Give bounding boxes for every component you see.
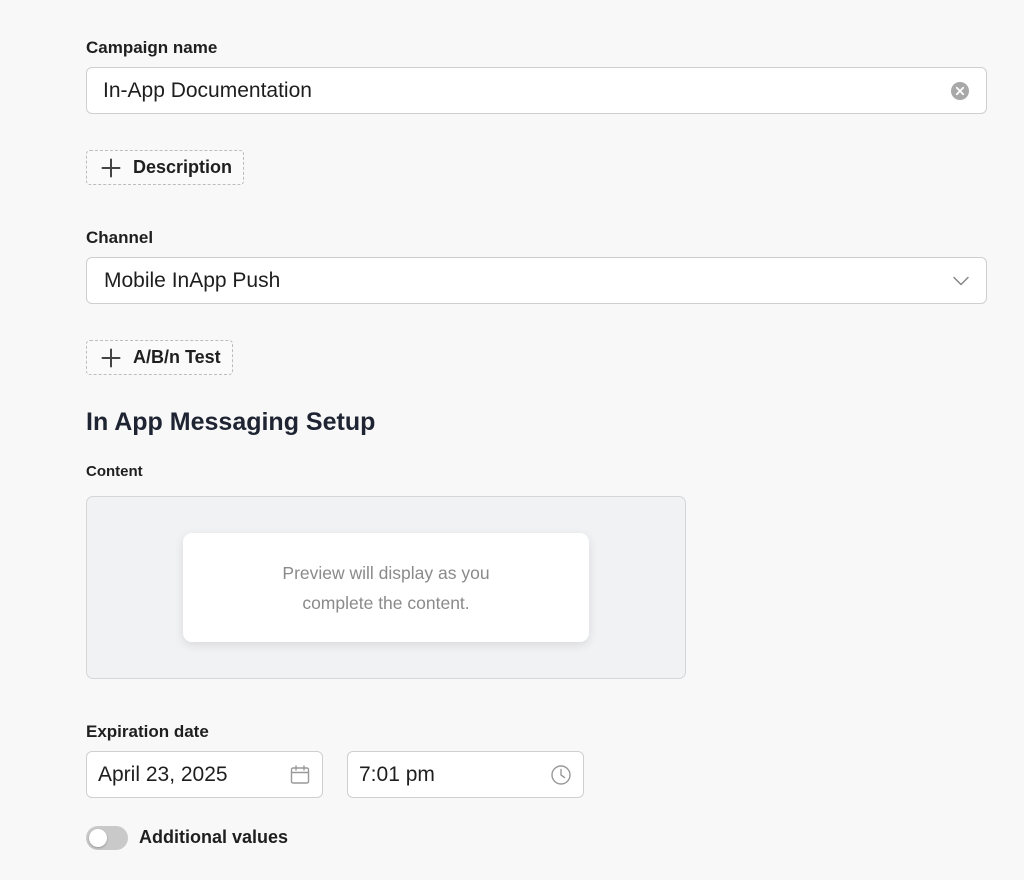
calendar-icon[interactable] bbox=[289, 764, 311, 786]
expiration-time-field[interactable]: 7:01 pm bbox=[347, 751, 584, 798]
content-label: Content bbox=[86, 463, 143, 480]
additional-values-label: Additional values bbox=[139, 827, 289, 847]
expiration-date-field[interactable]: April 23, 2025 bbox=[86, 751, 323, 798]
expiration-date-label: Expiration date bbox=[86, 722, 209, 741]
channel-selected-value: Mobile InApp Push bbox=[104, 268, 281, 292]
content-preview-area[interactable]: Preview will display as you complete the… bbox=[86, 496, 686, 679]
add-description-button[interactable]: Description bbox=[86, 150, 245, 185]
plus-icon bbox=[99, 346, 123, 370]
clear-icon[interactable] bbox=[950, 81, 970, 101]
preview-card: Preview will display as you complete the… bbox=[183, 533, 589, 642]
expiration-date-value: April 23, 2025 bbox=[98, 762, 228, 786]
campaign-name-label: Campaign name bbox=[86, 38, 218, 57]
clock-icon[interactable] bbox=[550, 764, 572, 786]
campaign-name-input[interactable] bbox=[103, 68, 923, 113]
add-description-label: Description bbox=[133, 157, 233, 177]
chevron-down-icon[interactable] bbox=[952, 272, 970, 290]
channel-label: Channel bbox=[86, 228, 154, 247]
additional-values-toggle[interactable] bbox=[86, 826, 128, 850]
toggle-knob bbox=[89, 829, 107, 847]
channel-select[interactable]: Mobile InApp Push bbox=[86, 257, 987, 304]
add-ab-test-button[interactable]: A/B/n Test bbox=[86, 340, 233, 375]
section-title: In App Messaging Setup bbox=[86, 408, 376, 436]
expiration-time-value: 7:01 pm bbox=[359, 762, 435, 786]
preview-placeholder-text: Preview will display as you complete the… bbox=[282, 562, 490, 613]
add-ab-test-label: A/B/n Test bbox=[133, 347, 221, 367]
campaign-name-field[interactable] bbox=[86, 67, 987, 114]
plus-icon bbox=[99, 156, 123, 180]
